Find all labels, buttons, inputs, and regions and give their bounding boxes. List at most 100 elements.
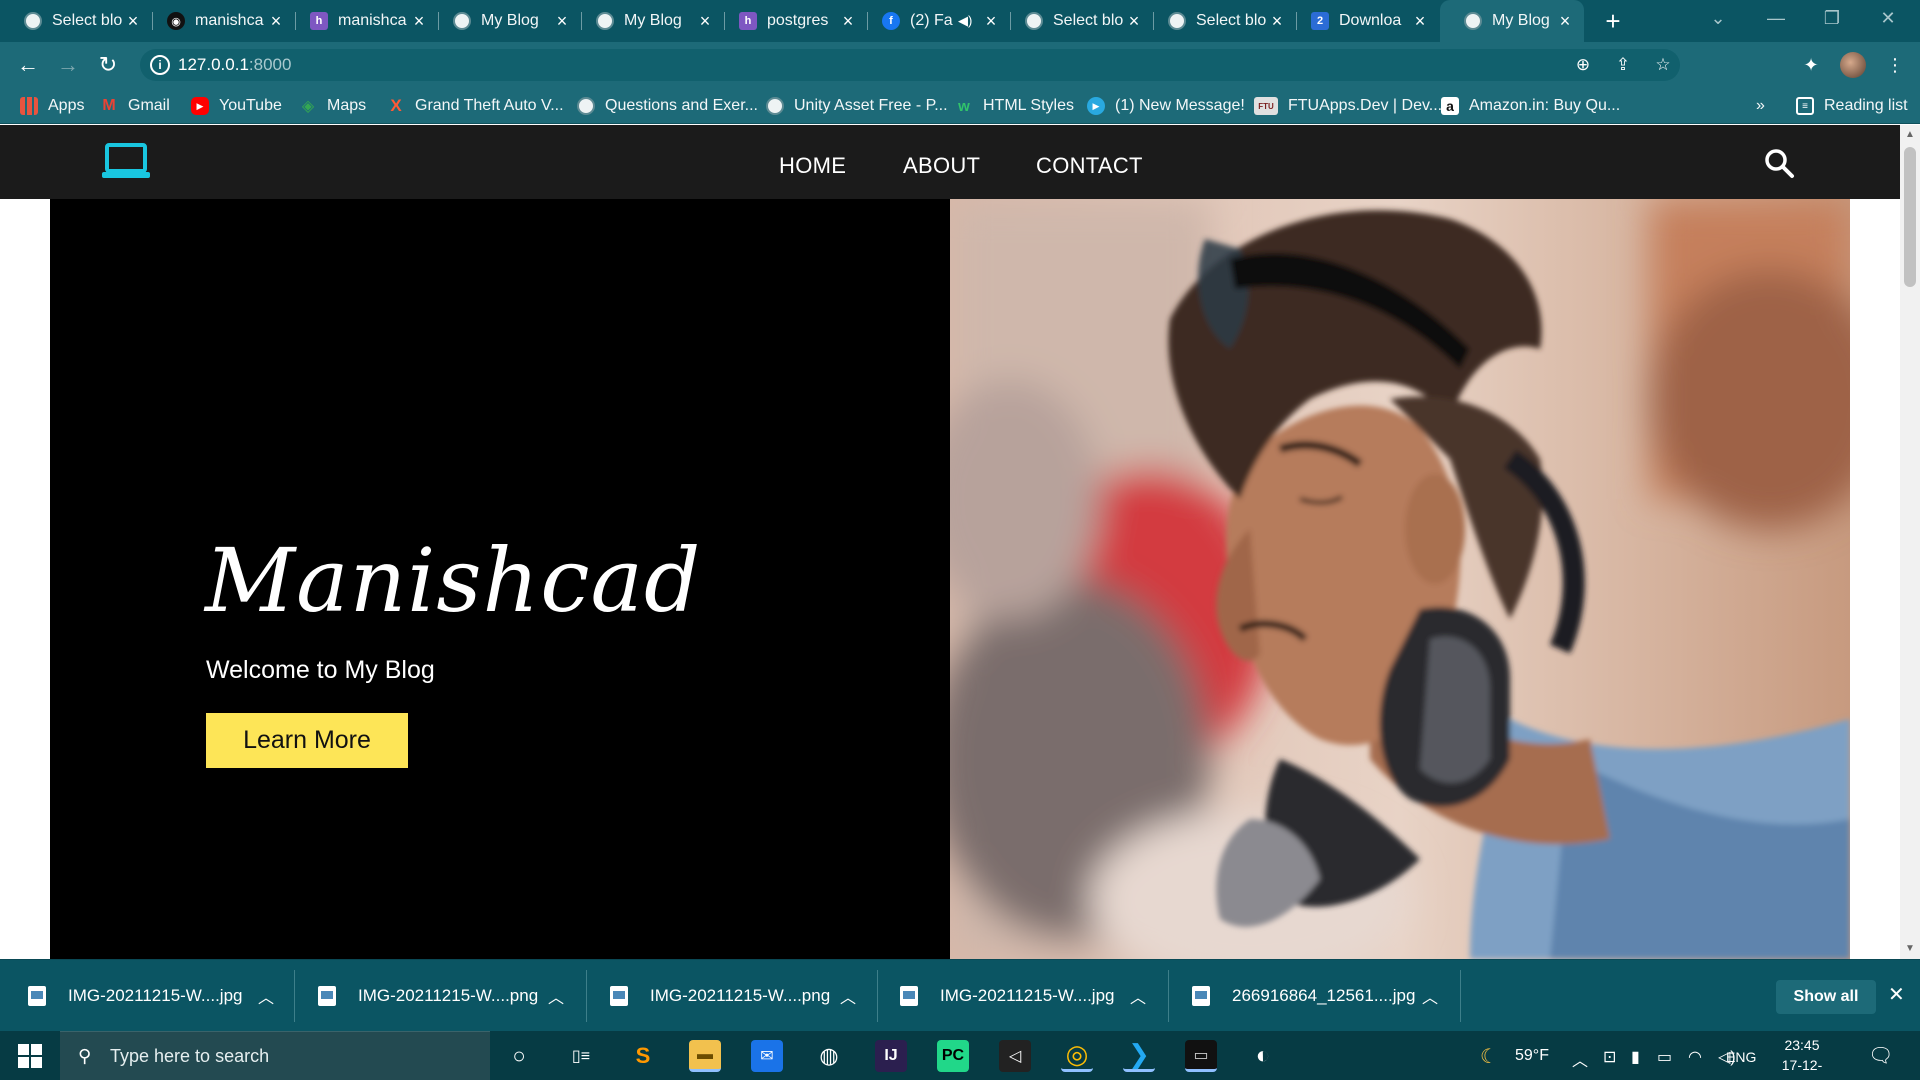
terminal-icon[interactable]: ▭ [1185,1040,1217,1072]
bookmarks-overflow-button[interactable]: » [1756,95,1765,117]
bookmark-star-icon[interactable]: ☆ [1652,54,1674,76]
close-icon[interactable]: × [553,11,571,31]
laptop-logo-icon[interactable] [101,141,151,181]
bookmark-unity-asset[interactable]: Unity Asset Free - P... [766,95,948,117]
close-icon[interactable]: × [1556,11,1574,31]
chevron-up-icon[interactable]: ︿ [258,984,274,1008]
scroll-up-arrow-icon[interactable]: ▲ [1900,129,1920,140]
bookmark-new-message[interactable]: ▶ (1) New Message! [1087,95,1245,117]
nav-home-link[interactable]: HOME [779,153,846,179]
download-item[interactable]: IMG-20211215-W....png ︿ [610,960,872,1032]
weather-moon-icon[interactable]: ☾ [1480,1044,1498,1069]
close-icon[interactable]: × [839,11,857,31]
back-arrow-icon[interactable]: ← [14,51,42,79]
tab-my-blog-active[interactable]: My Blog × [1440,0,1584,42]
reload-icon[interactable]: ↻ [94,51,122,79]
url-text[interactable]: 127.0.0.1:8000 [178,55,291,75]
sublime-text-icon[interactable]: S [627,1040,659,1072]
chevron-up-icon[interactable]: ︿ [548,984,564,1008]
bookmark-maps[interactable]: ◈ Maps [299,95,366,117]
close-icon[interactable]: × [696,11,714,31]
close-icon[interactable]: × [410,11,428,31]
minimize-button[interactable]: — [1756,8,1796,29]
tab-select-blog-3[interactable]: Select blo × [1144,0,1296,42]
close-icon[interactable]: × [982,11,1000,31]
extensions-puzzle-icon[interactable]: ✦ [1800,54,1822,76]
weather-temp[interactable]: 59°F [1515,1047,1549,1065]
reading-list-button[interactable]: ≡ Reading list [1796,95,1908,117]
nav-about-link[interactable]: ABOUT [903,153,980,179]
cortana-icon[interactable]: ○ [503,1040,535,1072]
download-item[interactable]: IMG-20211215-W....png ︿ [318,960,580,1032]
close-icon[interactable]: × [124,11,142,31]
mail-icon[interactable]: ✉ [751,1040,783,1072]
download-item[interactable]: IMG-20211215-W....jpg ︿ [900,960,1162,1032]
nav-contact-link[interactable]: CONTACT [1036,153,1143,179]
search-icon[interactable] [1763,147,1795,179]
tab-facebook[interactable]: f (2) Fa ◀) × [858,0,1010,42]
bookmark-html-styles[interactable]: w HTML Styles [955,95,1074,117]
bookmark-amazon[interactable]: a Amazon.in: Buy Qu... [1441,95,1620,117]
notification-center-icon[interactable]: 🗨︎ [1868,1043,1893,1068]
tray-chevron-up-icon[interactable]: ︿ [1572,1047,1588,1071]
learn-more-button[interactable]: Learn More [206,713,408,768]
pycharm-icon[interactable]: PC [937,1040,969,1072]
bookmark-apps[interactable]: Apps [20,95,84,117]
tab-select-blog-1[interactable]: Select blo × [0,0,152,42]
taskbar-search-box[interactable]: ⚲ Type here to search [60,1031,490,1080]
tab-search-chevron-icon[interactable]: ⌄ [1698,8,1738,29]
tab-heroku-manishcad[interactable]: h manishca × [286,0,438,42]
download-item[interactable]: 266916864_12561....jpg ︿ [1192,960,1454,1032]
tab-my-blog-2[interactable]: My Blog × [572,0,724,42]
close-window-button[interactable]: ✕ [1868,8,1908,29]
scrollbar-thumb[interactable] [1904,147,1916,287]
tab-download[interactable]: 2 Downloa × [1287,0,1439,42]
tab-select-blog-2[interactable]: Select blo × [1001,0,1153,42]
battery-icon[interactable]: ▭ [1657,1047,1672,1067]
task-view-icon[interactable]: ▯≡ [565,1040,597,1072]
file-explorer-icon[interactable]: ▬ [689,1040,721,1072]
close-icon[interactable]: × [1411,11,1429,31]
close-icon[interactable]: × [267,11,285,31]
language-indicator[interactable]: ENG [1726,1049,1756,1065]
profile-avatar[interactable] [1840,52,1866,78]
tray-device-icon[interactable]: ⊡ [1603,1047,1616,1067]
site-info-icon[interactable]: i [150,55,170,75]
unity-icon[interactable]: ◁ [999,1040,1031,1072]
page-scrollbar[interactable]: ▲ ▼ [1900,125,1920,959]
wifi-icon[interactable]: ◠ [1688,1047,1702,1067]
download-item[interactable]: IMG-20211215-W....jpg ︿ [28,960,290,1032]
bookmark-gta[interactable]: X Grand Theft Auto V... [387,95,563,117]
bookmark-youtube[interactable]: ▶ YouTube [191,95,282,117]
address-bar[interactable]: i 127.0.0.1:8000 ⊕ ⇪ ☆ [140,49,1680,81]
tab-github-manishcad[interactable]: ◉ manishca × [143,0,295,42]
chevron-up-icon[interactable]: ︿ [1422,984,1438,1008]
chevron-up-icon[interactable]: ︿ [1130,984,1146,1008]
forward-arrow-icon[interactable]: → [54,51,82,79]
chevron-up-icon[interactable]: ︿ [840,984,856,1008]
scroll-down-arrow-icon[interactable]: ▼ [1900,943,1920,954]
speaker-icon[interactable]: ◀) [958,13,972,29]
intellij-icon[interactable]: IJ [875,1040,907,1072]
show-all-downloads-button[interactable]: Show all [1776,980,1876,1014]
microphone-icon[interactable]: ▮ [1631,1047,1640,1067]
bookmark-gmail[interactable]: M Gmail [100,95,169,117]
wordpad-icon[interactable]: ◍ [813,1040,845,1072]
close-icon[interactable]: × [1268,11,1286,31]
zoom-icon[interactable]: ⊕ [1572,54,1594,76]
taskbar-clock[interactable]: 23:45 17-12-2021 [1770,1035,1834,1080]
bookmark-ftuapps[interactable]: FTU FTUApps.Dev | Dev... [1254,95,1442,117]
chrome-icon[interactable]: ◎ [1061,1039,1093,1072]
close-icon[interactable]: ✕ [1888,982,1905,1007]
vscode-icon[interactable]: ❯ [1123,1039,1155,1072]
windows-start-icon[interactable] [18,1044,42,1068]
new-tab-button[interactable]: + [1598,6,1628,37]
obs-icon[interactable]: ◐ [1247,1040,1279,1072]
close-icon[interactable]: × [1125,11,1143,31]
share-icon[interactable]: ⇪ [1612,54,1634,76]
menu-kebab-icon[interactable]: ⋮ [1884,54,1906,76]
bookmark-questions[interactable]: Questions and Exer... [577,95,758,117]
restore-button[interactable]: ❐ [1812,8,1852,29]
tab-heroku-postgres[interactable]: h postgres × [715,0,867,42]
tab-my-blog-1[interactable]: My Blog × [429,0,581,42]
